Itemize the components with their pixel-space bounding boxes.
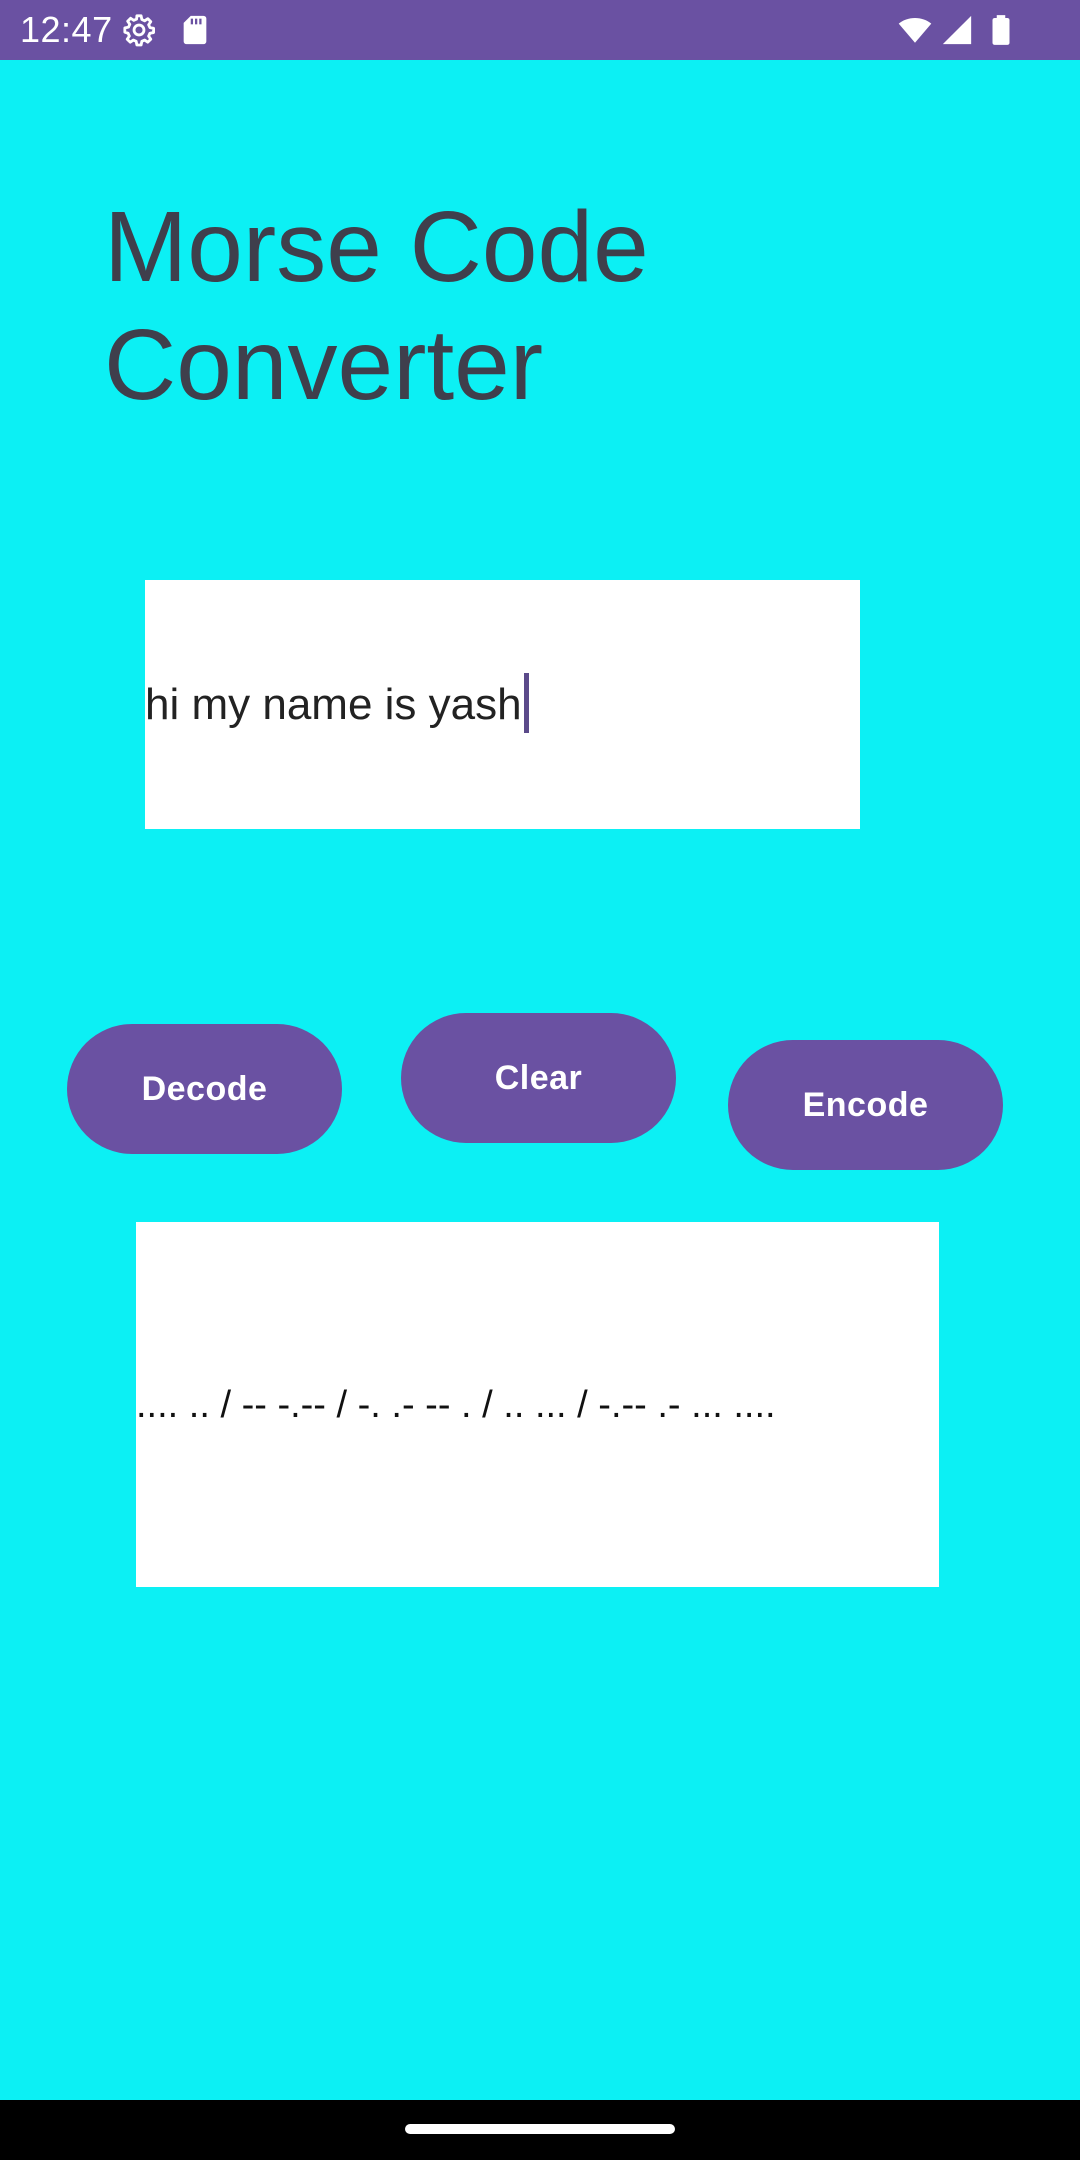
status-bar: 12:47 bbox=[0, 0, 1080, 60]
wifi-icon bbox=[898, 13, 932, 47]
settings-gear-icon bbox=[122, 13, 156, 47]
text-caret bbox=[523, 673, 529, 734]
text-input-field[interactable]: hi my name is yash bbox=[145, 580, 860, 829]
clear-button[interactable]: Clear bbox=[401, 1013, 676, 1143]
title-line-2: Converter bbox=[104, 309, 544, 421]
signal-icon bbox=[940, 13, 974, 47]
morse-output-box[interactable]: .... .. / -- -.-- / -. .- -- . / .. ... … bbox=[136, 1222, 939, 1587]
morse-output-text: .... .. / -- -.-- / -. .- -- . / .. ... … bbox=[136, 1384, 776, 1426]
status-time: 12:47 bbox=[20, 9, 113, 50]
home-indicator[interactable] bbox=[405, 2124, 675, 2134]
app-screen: 12:47 Morse Code Converter hi my name is… bbox=[0, 0, 1080, 2160]
title-line-1: Morse Code bbox=[104, 191, 649, 303]
page-title: Morse Code Converter bbox=[104, 188, 864, 424]
sd-card-icon bbox=[178, 13, 212, 47]
input-text-wrapper: hi my name is yash bbox=[145, 673, 529, 734]
navigation-bar bbox=[0, 2100, 1080, 2160]
encode-button[interactable]: Encode bbox=[728, 1040, 1003, 1170]
input-value: hi my name is yash bbox=[145, 680, 522, 729]
battery-icon bbox=[984, 13, 1018, 47]
decode-button[interactable]: Decode bbox=[67, 1024, 342, 1154]
